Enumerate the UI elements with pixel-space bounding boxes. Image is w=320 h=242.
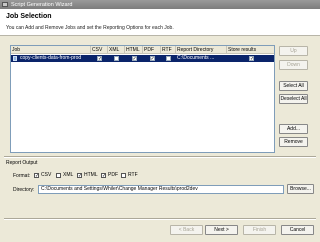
xml-cell (108, 55, 125, 62)
html-checkbox[interactable]: ✓ (131, 56, 137, 62)
format-option-pdf[interactable]: ✓ PDF (101, 172, 118, 178)
xml-format-label: XML (63, 172, 74, 178)
rtf-cell (161, 55, 176, 62)
report-directory-cell[interactable]: C:\Documents ... (177, 55, 227, 62)
section-divider (4, 156, 316, 158)
table-header: Job CSV XML HTML PDF RTF Report Director… (11, 46, 274, 54)
pdf-format-checkbox[interactable]: ✓ (101, 172, 106, 178)
title-bar: Script Generation Wizard (0, 0, 320, 9)
xml-checkbox[interactable] (114, 56, 119, 61)
footer-divider (4, 218, 316, 220)
down-button[interactable]: Down (279, 60, 308, 70)
directory-label: Directory: (13, 187, 35, 193)
remove-button[interactable]: Remove (279, 137, 308, 147)
pdf-cell: ✓ (143, 55, 161, 62)
store-results-cell: ✓ (227, 55, 274, 62)
rtf-format-label: RTF (128, 172, 138, 178)
header-banner: Job Selection You can Add and Remove Job… (0, 9, 320, 36)
format-label: Format: (13, 173, 31, 179)
job-name-cell: copy-clients-data-from-prod (20, 55, 82, 61)
csv-checkbox[interactable]: ✓ (97, 56, 102, 62)
rtf-format-checkbox[interactable] (121, 172, 126, 178)
pdf-format-label: PDF (108, 172, 118, 178)
rtf-checkbox[interactable] (166, 56, 171, 61)
back-button[interactable]: < Back (170, 225, 203, 235)
column-header-store-results[interactable]: Store results (227, 46, 274, 54)
next-button[interactable]: Next > (205, 225, 238, 235)
page-title: Job Selection (6, 13, 52, 20)
window-title: Script Generation Wizard (11, 1, 73, 8)
add-button[interactable]: Add... (279, 124, 308, 134)
page-description: You can Add and Remove Jobs and set the … (6, 25, 174, 31)
job-icon (13, 56, 17, 61)
column-header-job[interactable]: Job (11, 46, 91, 54)
html-format-checkbox[interactable]: ✓ (77, 172, 82, 178)
deselect-all-button[interactable]: Deselect All (279, 94, 308, 104)
column-header-rtf[interactable]: RTF (161, 46, 176, 54)
finish-button[interactable]: Finish (243, 225, 276, 235)
xml-format-checkbox[interactable] (56, 172, 61, 178)
cancel-button[interactable]: Cancel (281, 225, 314, 235)
column-header-xml[interactable]: XML (108, 46, 125, 54)
pdf-checkbox[interactable]: ✓ (149, 56, 155, 62)
report-output-label: Report Output (6, 160, 38, 166)
app-icon (2, 2, 8, 7)
select-all-button[interactable]: Select All (279, 81, 308, 91)
column-header-report-directory[interactable]: Report Directory (176, 46, 227, 54)
jobs-table: Job CSV XML HTML PDF RTF Report Director… (10, 45, 275, 153)
wizard-window: Script Generation Wizard Job Selection Y… (0, 0, 320, 242)
browse-button[interactable]: Browse... (287, 184, 314, 194)
csv-format-label: CSV (41, 172, 52, 178)
format-option-xml[interactable]: XML (56, 172, 73, 178)
csv-format-checkbox[interactable]: ✓ (34, 172, 39, 178)
column-header-pdf[interactable]: PDF (143, 46, 161, 54)
html-format-label: HTML (84, 172, 98, 178)
column-header-html[interactable]: HTML (125, 46, 143, 54)
table-row[interactable]: copy-clients-data-from-prod ✓ ✓ ✓ C:\Doc… (11, 55, 274, 62)
html-cell: ✓ (125, 55, 143, 62)
format-option-html[interactable]: ✓ HTML (77, 172, 98, 178)
directory-input[interactable]: C:\Documents and Settings\Whiler\Change … (38, 185, 284, 194)
csv-cell: ✓ (91, 55, 108, 62)
column-header-csv[interactable]: CSV (91, 46, 108, 54)
up-button[interactable]: Up (279, 46, 308, 56)
format-option-rtf[interactable]: RTF (121, 172, 138, 178)
format-option-csv[interactable]: ✓ CSV (34, 172, 51, 178)
store-results-checkbox[interactable]: ✓ (249, 56, 254, 62)
